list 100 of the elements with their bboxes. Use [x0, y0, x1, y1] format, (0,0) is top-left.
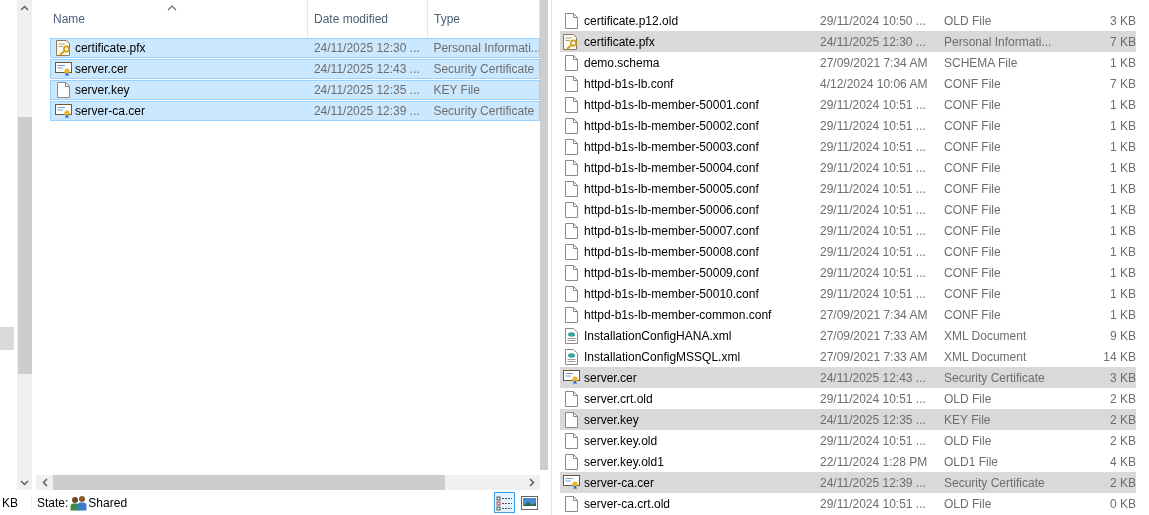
file-name: certificate.pfx	[73, 41, 147, 55]
file-name: server.key	[584, 412, 640, 427]
file-row[interactable]: server.cer 24/11/2025 12:43 ... Security Certificate 3 KB	[560, 367, 1136, 388]
file-size: 14 KB	[1102, 349, 1136, 364]
file-icon	[564, 432, 578, 449]
date-modified: 29/11/2024 10:51 ...	[820, 391, 927, 406]
file-icon	[564, 96, 578, 113]
date-modified: 27/09/2021 7:34 AM	[820, 55, 929, 70]
file-size: 1 KB	[1109, 55, 1136, 70]
xml-file-icon	[564, 327, 578, 344]
file-row[interactable]: certificate.p12.old 29/11/2024 10:50 ... OLD File 3 KB	[560, 10, 1136, 31]
date-modified: 24/11/2025 12:43 ...	[313, 62, 421, 76]
file-row[interactable]: demo.schema 27/09/2021 7:34 AM SCHEMA File 1 KB	[560, 52, 1136, 73]
file-row[interactable]: server.key 24/11/2025 12:35 ... KEY File	[50, 80, 540, 100]
file-icon	[564, 180, 578, 197]
file-size: 2 KB	[1109, 433, 1136, 448]
file-name: certificate.pfx	[584, 34, 656, 49]
file-row[interactable]: certificate.pfx 24/11/2025 12:30 ... Personal Informati... 7 KB	[560, 31, 1136, 52]
date-modified: 27/09/2021 7:33 AM	[820, 349, 929, 364]
file-size: 1 KB	[1109, 160, 1136, 175]
file-row[interactable]: InstallationConfigHANA.xml 27/09/2021 7:33 AM XML Document 9 KB	[560, 325, 1136, 346]
file-type: Security Certificate	[433, 62, 536, 76]
view-button[interactable]	[494, 492, 515, 513]
file-type: XML Document	[944, 349, 1028, 364]
file-name: httpd-b1s-lb-member-50001.conf	[584, 97, 760, 112]
scroll-down-icon[interactable]	[20, 479, 29, 486]
scroll-left-icon[interactable]	[41, 478, 48, 487]
file-icon	[564, 243, 578, 260]
file-row[interactable]: server.cer 24/11/2025 12:43 ... Security Certificate	[50, 59, 540, 79]
file-row[interactable]: httpd-b1s-lb-member-common.conf 27/09/2021 7:34 AM CONF File 1 KB	[560, 304, 1136, 325]
details-view-icon	[496, 494, 513, 511]
date-modified: 29/11/2024 10:51 ...	[820, 97, 927, 112]
file-type: CONF File	[944, 307, 1002, 322]
file-row[interactable]: httpd-b1s-lb-member-50009.conf 29/11/2024 10:51 ... CONF File 1 KB	[560, 262, 1136, 283]
horizontal-scrollbar[interactable]	[36, 475, 540, 490]
file-icon	[564, 222, 578, 239]
date-modified: 29/11/2024 10:51 ...	[820, 433, 927, 448]
date-modified: 22/11/2024 1:28 PM	[820, 454, 929, 469]
file-size: 1 KB	[1109, 286, 1136, 301]
file-type: CONF File	[944, 265, 1002, 280]
vertical-scrollbar[interactable]	[540, 0, 548, 470]
file-name: httpd-b1s-lb-member-50006.conf	[584, 202, 760, 217]
file-icon	[564, 453, 578, 470]
file-row[interactable]: httpd-b1s-lb-member-50006.conf 29/11/2024 10:51 ... CONF File 1 KB	[560, 199, 1136, 220]
file-name: server.crt.old	[584, 391, 654, 406]
file-row[interactable]: certificate.pfx 24/11/2025 12:30 ... Personal Informati...	[50, 38, 540, 58]
file-type: CONF File	[944, 202, 1002, 217]
file-size: 2 KB	[1109, 412, 1136, 427]
file-row[interactable]: httpd-b1s-lb-member-50007.conf 29/11/2024 10:51 ... CONF File 1 KB	[560, 220, 1136, 241]
file-row[interactable]: httpd-b1s-lb-member-50004.conf 29/11/2024 10:51 ... CONF File 1 KB	[560, 157, 1136, 178]
file-row[interactable]: server.key.old1 22/11/2024 1:28 PM OLD1 File 4 KB	[560, 451, 1136, 472]
file-row[interactable]: httpd-b1s-lb-member-50001.conf 29/11/2024 10:51 ... CONF File 1 KB	[560, 94, 1136, 115]
file-type: KEY File	[433, 83, 481, 97]
file-name: demo.schema	[584, 55, 661, 70]
file-size: 9 KB	[1109, 328, 1136, 343]
file-name: httpd-b1s-lb-member-50008.conf	[584, 244, 760, 259]
file-name: httpd-b1s-lb-member-50003.conf	[584, 139, 760, 154]
file-row[interactable]: httpd-b1s-lb-member-50003.conf 29/11/2024 10:51 ... CONF File 1 KB	[560, 136, 1136, 157]
file-row[interactable]: server-ca.cer 24/11/2025 12:39 ... Security Certificate	[50, 101, 540, 121]
date-modified: 29/11/2024 10:51 ...	[820, 286, 927, 301]
scroll-up-icon[interactable]	[20, 4, 29, 11]
file-type: Security Certificate	[433, 104, 536, 118]
file-name: httpd-b1s-lb.conf	[584, 76, 675, 91]
file-row[interactable]: httpd-b1s-lb-member-50008.conf 29/11/2024 10:51 ... CONF File 1 KB	[560, 241, 1136, 262]
file-row[interactable]: InstallationConfigMSSQL.xml 27/09/2021 7:33 AM XML Document 14 KB	[560, 346, 1136, 367]
file-type: XML Document	[944, 328, 1028, 343]
file-name: httpd-b1s-lb-member-50002.conf	[584, 118, 760, 133]
file-name: server.key	[73, 83, 131, 97]
file-icon	[564, 201, 578, 218]
file-size: 3 KB	[1109, 370, 1136, 385]
scroll-right-icon[interactable]	[528, 478, 535, 487]
vertical-scrollbar[interactable]	[17, 0, 32, 490]
date-modified: 29/11/2024 10:51 ...	[820, 139, 927, 154]
file-row[interactable]: server-ca.crt.old 29/11/2024 10:51 ... OLD File 0 KB	[560, 493, 1136, 514]
certificate-icon	[562, 475, 580, 490]
file-row[interactable]: httpd-b1s-lb.conf 4/12/2024 10:06 AM CONF File 7 KB	[560, 73, 1136, 94]
file-size: 7 KB	[1109, 34, 1136, 49]
file-name: httpd-b1s-lb-member-50010.conf	[584, 286, 760, 301]
file-name: server.key.old	[584, 433, 659, 448]
date-modified: 29/11/2024 10:51 ...	[820, 118, 927, 133]
date-modified: 29/11/2024 10:51 ...	[820, 202, 927, 217]
file-row[interactable]: server.crt.old 29/11/2024 10:51 ... OLD File 2 KB	[560, 388, 1136, 409]
file-icon	[564, 264, 578, 281]
selection-size: KB	[2, 495, 19, 510]
file-row[interactable]: server.key 24/11/2025 12:35 ... KEY File 2 KB	[560, 409, 1136, 430]
file-row[interactable]: httpd-b1s-lb-member-50002.conf 29/11/2024 10:51 ... CONF File 1 KB	[560, 115, 1136, 136]
file-icon	[564, 390, 578, 407]
file-row[interactable]: server.key.old 29/11/2024 10:51 ... OLD File 2 KB	[560, 430, 1136, 451]
date-modified: 24/11/2025 12:43 ...	[820, 370, 927, 385]
file-name: httpd-b1s-lb-member-50004.conf	[584, 160, 760, 175]
file-row[interactable]: server-ca.cer 24/11/2025 12:39 ... Security Certificate 2 KB	[560, 472, 1136, 493]
file-type: CONF File	[944, 139, 1002, 154]
file-name: httpd-b1s-lb-member-common.conf	[584, 307, 773, 322]
file-name: certificate.p12.old	[584, 13, 680, 28]
date-modified: 29/11/2024 10:51 ...	[820, 496, 927, 511]
file-row[interactable]: httpd-b1s-lb-member-50005.conf 29/11/2024 10:51 ... CONF File 1 KB	[560, 178, 1136, 199]
file-type: OLD File	[944, 13, 993, 28]
certificate-icon	[562, 370, 580, 385]
file-row[interactable]: httpd-b1s-lb-member-50010.conf 29/11/2024 10:51 ... CONF File 1 KB	[560, 283, 1136, 304]
file-type: CONF File	[944, 118, 1002, 133]
